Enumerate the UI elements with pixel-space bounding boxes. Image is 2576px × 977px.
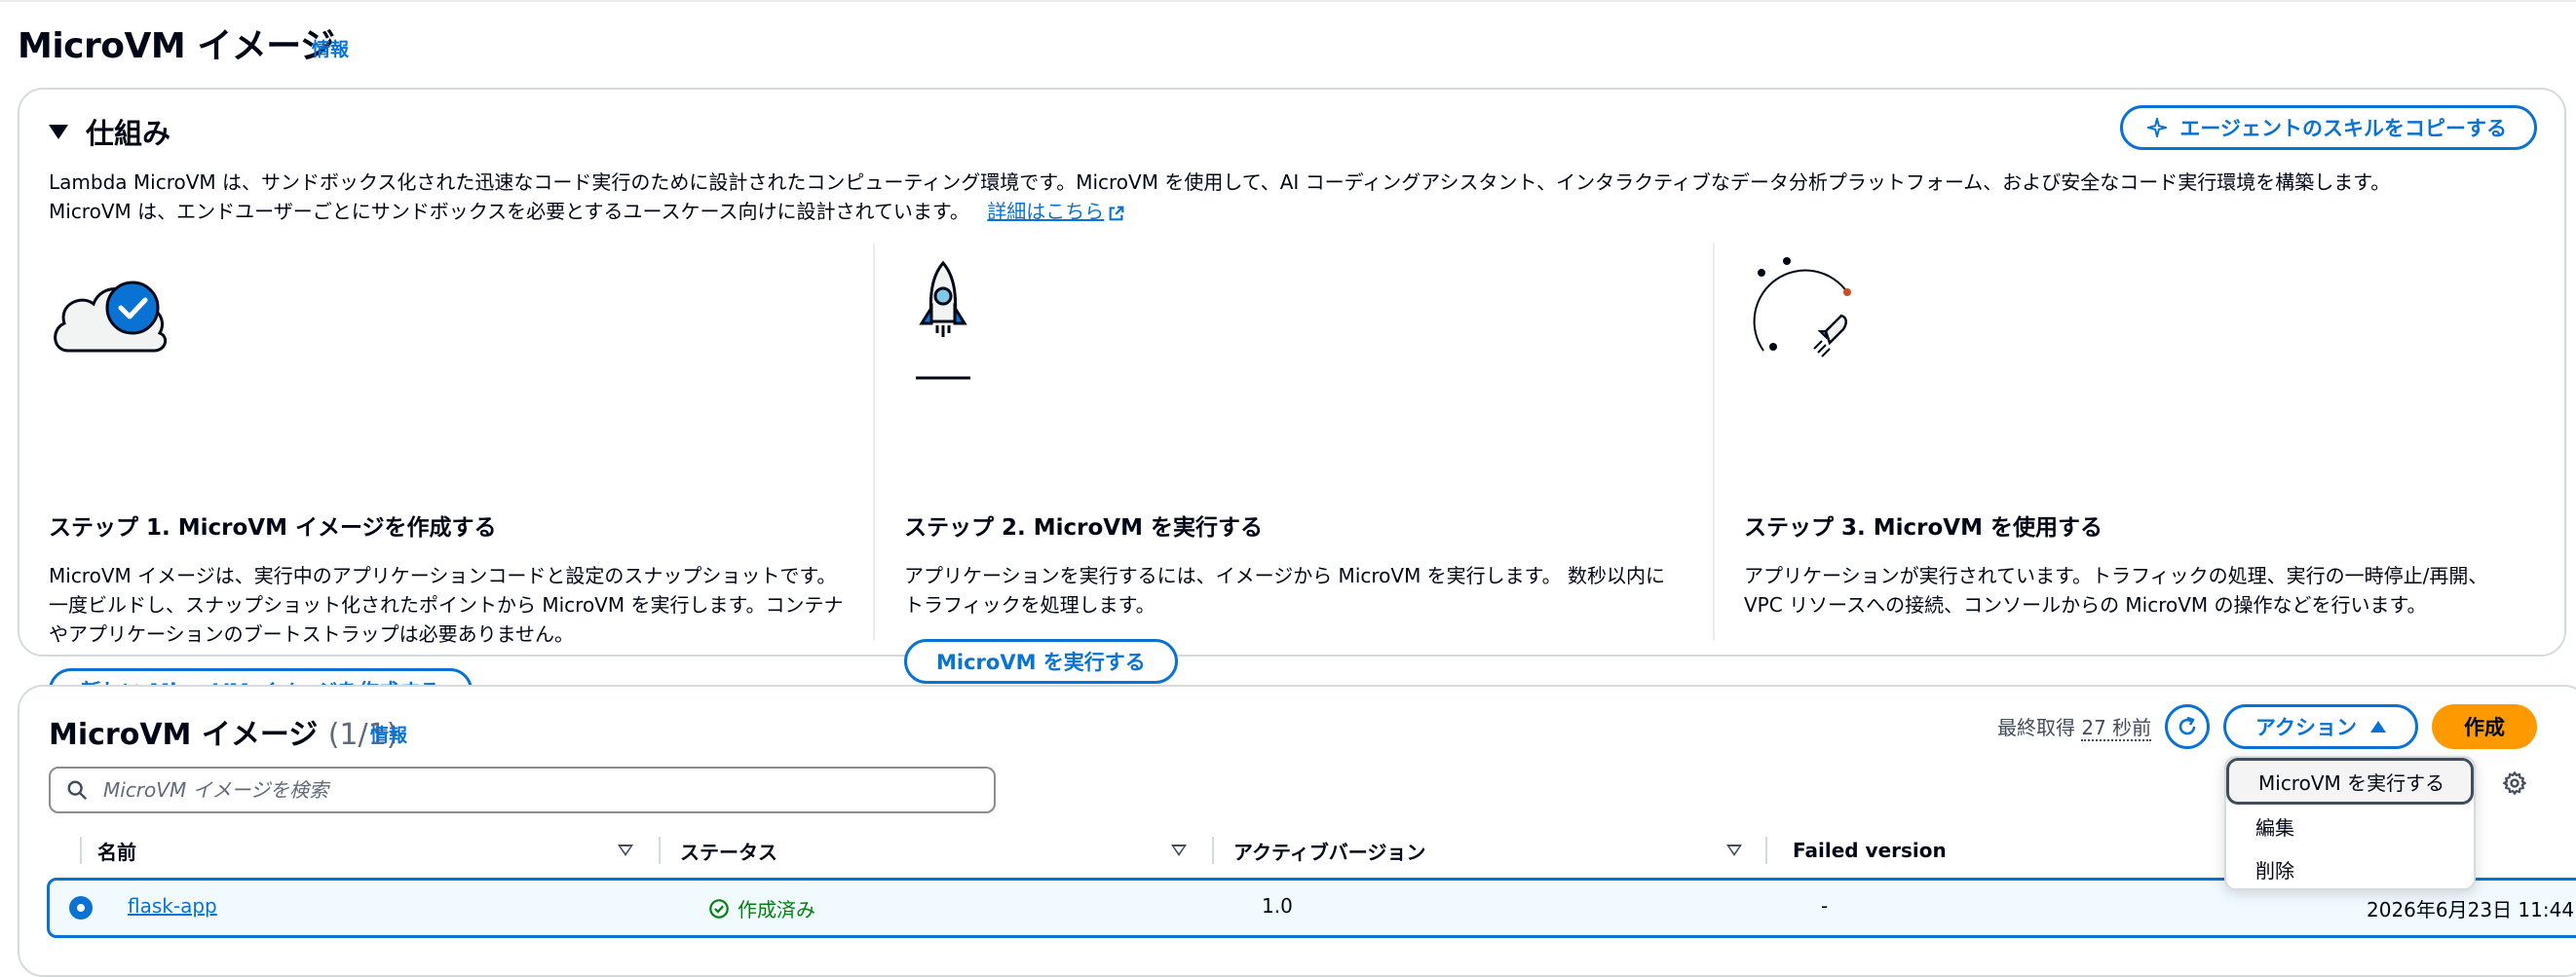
page-title: MicroVM イメージ: [18, 26, 335, 66]
how-it-works-title: 仕組み: [86, 117, 171, 150]
description-line-2: MicroVM は、エンドユーザーごとにサンドボックスを必要とするユースケース向…: [49, 200, 969, 223]
run-microvm-button[interactable]: MicroVM を実行する: [904, 639, 1178, 684]
sort-icon[interactable]: [1726, 845, 1742, 856]
step-2-title: ステップ 2. MicroVM を実行する: [904, 515, 1263, 541]
external-link-icon: [1109, 206, 1124, 220]
rocket-icon: [916, 260, 970, 380]
failed-version-cell: -: [1821, 894, 1829, 918]
step-2: ステップ 2. MicroVM を実行する アプリケーションを実行するには、イメ…: [873, 244, 1713, 684]
active-version-cell: 1.0: [1262, 894, 1293, 918]
menu-item-delete[interactable]: 削除: [2226, 847, 2474, 890]
table-row[interactable]: flask-app 作成済み 1.0 - 2026年6月23日 11:44 G: [47, 878, 2576, 938]
refresh-button[interactable]: [2165, 704, 2210, 749]
learn-more-link[interactable]: 詳細はこちら: [987, 200, 1125, 223]
column-header-name[interactable]: 名前: [97, 831, 136, 870]
copy-agent-skill-label: エージェントのスキルをコピーする: [2179, 117, 2507, 140]
row-radio-selected[interactable]: [69, 896, 93, 920]
success-check-icon: [709, 898, 729, 919]
orbit-rocket-icon: [1753, 257, 1851, 357]
sort-icon[interactable]: [618, 845, 633, 856]
create-button[interactable]: 作成: [2432, 704, 2537, 749]
caret-down-icon: [49, 124, 68, 139]
step-3-title: ステップ 3. MicroVM を使用する: [1744, 515, 2102, 541]
how-it-works-description: Lambda MicroVM は、サンドボックス化された迅速なコード実行のために…: [49, 168, 2543, 226]
last-fetched-status: 最終取得 27 秒前: [1997, 716, 2152, 741]
description-line-1: Lambda MicroVM は、サンドボックス化された迅速なコード実行のために…: [49, 170, 2391, 194]
how-it-works-toggle[interactable]: 仕組み: [49, 111, 170, 152]
top-divider: [0, 0, 2576, 2]
last-fetched-value: 27 秒前: [2081, 716, 2152, 741]
microvm-image-list-panel: MicroVM イメージ (1/1) 情報 最終取得 27 秒前 アクション 作…: [18, 685, 2576, 977]
how-it-works-panel: 仕組み エージェントのスキルをコピーする Lambda MicroVM は、サン…: [18, 88, 2566, 713]
column-separator: [659, 837, 661, 864]
column-separator: [80, 837, 82, 864]
created-date-cell: 2026年6月23日 11:44 G: [2367, 898, 2576, 921]
status-text: 作成済み: [738, 898, 815, 921]
actions-dropdown-menu: MicroVM を実行する 編集 削除: [2224, 756, 2476, 890]
column-header-active-version[interactable]: アクティブバージョン: [1233, 831, 1425, 870]
search-input[interactable]: [101, 777, 963, 803]
page-info-link[interactable]: 情報: [312, 35, 349, 61]
menu-item-run-microvm[interactable]: MicroVM を実行する: [2226, 758, 2474, 805]
step-1-title: ステップ 1. MicroVM イメージを作成する: [49, 515, 497, 541]
list-info-link[interactable]: 情報: [370, 721, 407, 747]
column-header-status[interactable]: ステータス: [680, 831, 777, 870]
step-3-body: アプリケーションが実行されています。トラフィックの処理、実行の一時停止/再開、V…: [1744, 564, 2488, 617]
status-badge: 作成済み: [708, 894, 815, 922]
actions-label: アクション: [2255, 716, 2357, 739]
refresh-icon: [2178, 716, 2196, 735]
column-separator: [1212, 837, 1214, 864]
step-1-body: MicroVM イメージは、実行中のアプリケーションコードと設定のスナップショッ…: [49, 564, 844, 646]
table-header: 名前 ステータス アクティブバージョン Failed version: [49, 831, 2576, 870]
column-header-failed-version[interactable]: Failed version: [1793, 831, 1947, 870]
cloud-check-icon: [54, 281, 168, 353]
actions-button[interactable]: アクション: [2223, 704, 2418, 749]
list-title: MicroVM イメージ (1/1): [49, 718, 398, 752]
settings-gear-icon[interactable]: [2502, 770, 2527, 796]
search-icon: [67, 780, 88, 801]
step-1: ステップ 1. MicroVM イメージを作成する MicroVM イメージは、…: [19, 244, 873, 713]
sort-icon[interactable]: [1171, 845, 1187, 856]
image-name-link: flask-app: [128, 894, 217, 918]
caret-up-icon: [2369, 721, 2386, 733]
sparkle-icon: [2147, 117, 2168, 138]
step-3: ステップ 3. MicroVM を使用する アプリケーションが実行されています。…: [1713, 244, 2551, 641]
menu-item-edit[interactable]: 編集: [2226, 805, 2474, 847]
column-separator: [1765, 837, 1767, 864]
copy-agent-skill-button[interactable]: エージェントのスキルをコピーする: [2120, 105, 2537, 150]
search-box: [49, 767, 996, 813]
step-2-body: アプリケーションを実行するには、イメージから MicroVM を実行します。 数…: [904, 564, 1666, 617]
